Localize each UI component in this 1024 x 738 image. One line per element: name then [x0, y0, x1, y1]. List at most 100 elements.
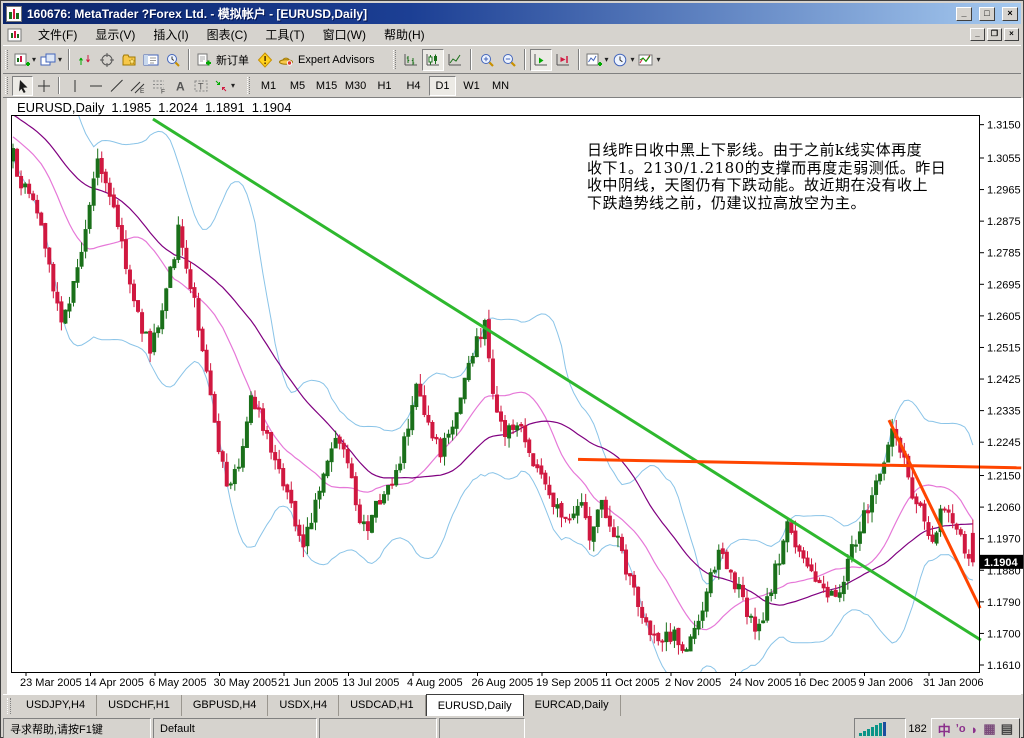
cursor-button[interactable] — [12, 75, 33, 96]
line-chart-button[interactable] — [444, 49, 466, 71]
templates-button[interactable]: ▾ — [636, 49, 662, 71]
timeframe-w1[interactable]: W1 — [458, 76, 485, 96]
chart-tab-usdchf-h1[interactable]: USDCHF,H1 — [97, 695, 182, 716]
svg-text:T: T — [198, 81, 204, 91]
language-bar[interactable]: 中 ʼo ◗ ▦ ▤ — [930, 718, 1020, 738]
channel-button[interactable]: E — [127, 76, 148, 96]
bar-chart-button[interactable] — [400, 49, 422, 71]
candlestick-icon — [425, 52, 441, 68]
svg-text:6 May 2005: 6 May 2005 — [149, 677, 206, 689]
chart-tab-eurusd-daily[interactable]: EURUSD,Daily — [425, 694, 524, 716]
timeframe-m15[interactable]: M15 — [313, 76, 340, 96]
strategy-tester-button[interactable] — [162, 49, 184, 71]
ime-brush-icon[interactable]: ◗ — [971, 722, 979, 737]
close-icon[interactable]: × — [1002, 6, 1018, 21]
menu-item-6[interactable]: 帮助(H) — [375, 23, 434, 47]
trendline-icon — [109, 78, 125, 94]
options-menu-icon[interactable]: ▤ — [1001, 721, 1013, 737]
new-order-button[interactable]: 新订单 — [194, 49, 254, 71]
profiles-button[interactable]: ▾ — [38, 49, 64, 71]
metaeditor-button[interactable] — [254, 49, 276, 71]
svg-text:16 Dec 2005: 16 Dec 2005 — [794, 677, 856, 689]
timeframe-m5[interactable]: M5 — [284, 76, 311, 96]
trendline-short-downtrend — [887, 419, 982, 609]
template-icon — [638, 52, 654, 68]
timeframe-h1[interactable]: H1 — [371, 76, 398, 96]
crosshair-button[interactable] — [33, 76, 54, 96]
menu-item-2[interactable]: 插入(I) — [144, 23, 197, 47]
terminal-button[interactable] — [140, 49, 162, 71]
chart-tab-usdx-h4[interactable]: USDX,H4 — [268, 695, 340, 716]
indicators-button[interactable]: ▾ — [584, 49, 610, 71]
menu-item-3[interactable]: 图表(C) — [198, 23, 257, 47]
timeframe-mn[interactable]: MN — [487, 76, 514, 96]
horizontal-line-button[interactable] — [85, 76, 106, 96]
chart-tab-gbpusd-h4[interactable]: GBPUSD,H4 — [182, 695, 269, 716]
date-axis[interactable]: 23 Mar 2005 14 Apr 2005 6 May 2005 30 May 2… — [20, 672, 984, 689]
text-label-button[interactable]: T — [190, 76, 211, 96]
arrows-button[interactable]: ▾ — [211, 76, 237, 96]
chevron-down-icon: ▾ — [630, 55, 635, 64]
chart-tab-bar: USDJPY,H4 USDCHF,H1 GBPUSD,H4 USDX,H4 USDCAD… — [3, 694, 1021, 716]
chevron-down-icon: ▾ — [231, 81, 236, 90]
status-profile[interactable]: Default — [153, 718, 317, 738]
svg-text:1.2335: 1.2335 — [987, 406, 1021, 418]
menu-item-5[interactable]: 窗口(W) — [314, 23, 375, 47]
chart-shift-button[interactable] — [552, 49, 574, 71]
expert-advisors-button[interactable]: Expert Advisors — [276, 49, 379, 71]
timeframe-h4[interactable]: H4 — [400, 76, 427, 96]
fibonacci-button[interactable]: F — [148, 76, 169, 96]
channel-icon: E — [130, 78, 146, 94]
zoom-in-button[interactable] — [476, 49, 498, 71]
terminal-panel-icon — [143, 52, 159, 68]
child-minimize-icon[interactable]: _ — [970, 28, 985, 41]
timeframe-d1[interactable]: D1 — [429, 75, 457, 96]
text-a-icon: A — [172, 78, 188, 94]
metatrader-window: 160676: MetaTrader ?Forex Ltd. - 模拟帐户 - … — [0, 0, 1024, 738]
market-watch-button[interactable] — [74, 49, 96, 71]
chart-tab-eurcad-daily[interactable]: EURCAD,Daily — [524, 695, 621, 716]
svg-text:11 Oct 2005: 11 Oct 2005 — [601, 677, 660, 689]
svg-text:1.2515: 1.2515 — [987, 342, 1021, 354]
toolbar-grip[interactable] — [247, 77, 251, 94]
toolbar-grip[interactable] — [5, 77, 8, 94]
candlestick-chart-button[interactable] — [422, 48, 445, 71]
menu-item-1[interactable]: 显示(V) — [86, 23, 144, 47]
svg-text:2 Nov 2005: 2 Nov 2005 — [665, 677, 721, 689]
navigator-button[interactable] — [118, 49, 140, 71]
menu-item-4[interactable]: 工具(T) — [256, 23, 313, 47]
status-help-text: 寻求帮助,请按F1键 — [3, 718, 151, 738]
chevron-down-icon: ▾ — [604, 55, 609, 64]
zoom-out-button[interactable] — [498, 49, 520, 71]
price-axis[interactable]: 1.3150 1.3055 1.2965 1.2875 1.2785 1.2695 1.26… — [979, 120, 1023, 672]
vertical-line-button[interactable] — [64, 76, 85, 96]
menu-item-0[interactable]: 文件(F) — [29, 23, 86, 47]
keyboard-icon[interactable]: ▦ — [983, 721, 995, 737]
timeframe-m1[interactable]: M1 — [255, 76, 282, 96]
svg-text:21 Jun 2005: 21 Jun 2005 — [278, 677, 339, 689]
auto-scroll-button[interactable] — [530, 48, 553, 71]
minimize-icon[interactable]: _ — [956, 6, 972, 21]
line-chart-icon — [447, 52, 463, 68]
trendline-button[interactable] — [106, 76, 127, 96]
data-window-button[interactable] — [96, 49, 118, 71]
window-title: 160676: MetaTrader ?Forex Ltd. - 模拟帐户 - … — [27, 7, 368, 21]
ime-mode-icon[interactable]: ʼo — [956, 723, 966, 735]
timeframe-m30[interactable]: M30 — [342, 76, 369, 96]
text-button[interactable]: A — [169, 76, 190, 96]
cursor-icon — [15, 78, 31, 94]
toolbar-grip[interactable] — [393, 50, 397, 69]
child-close-icon[interactable]: × — [1004, 28, 1019, 41]
maximize-icon[interactable]: □ — [979, 6, 995, 21]
toolbar-grip[interactable] — [5, 50, 8, 69]
chart-area[interactable]: EURUSD,Daily 1.1985 1.2024 1.1891 1.1904 日线昨… — [7, 98, 1023, 694]
ime-chinese-icon[interactable]: 中 — [938, 720, 951, 738]
new-chart-button[interactable]: ▾ — [12, 49, 38, 71]
tabbar-grip[interactable] — [7, 698, 11, 714]
child-restore-icon[interactable]: ❐ — [987, 28, 1002, 41]
new-order-label: 新订单 — [216, 54, 250, 67]
periods-button[interactable]: ▾ — [610, 49, 636, 71]
chart-tab-usdcad-h1[interactable]: USDCAD,H1 — [339, 695, 426, 716]
svg-text:24 Nov 2005: 24 Nov 2005 — [730, 677, 792, 689]
chart-tab-usdjpy-h4[interactable]: USDJPY,H4 — [15, 695, 98, 716]
